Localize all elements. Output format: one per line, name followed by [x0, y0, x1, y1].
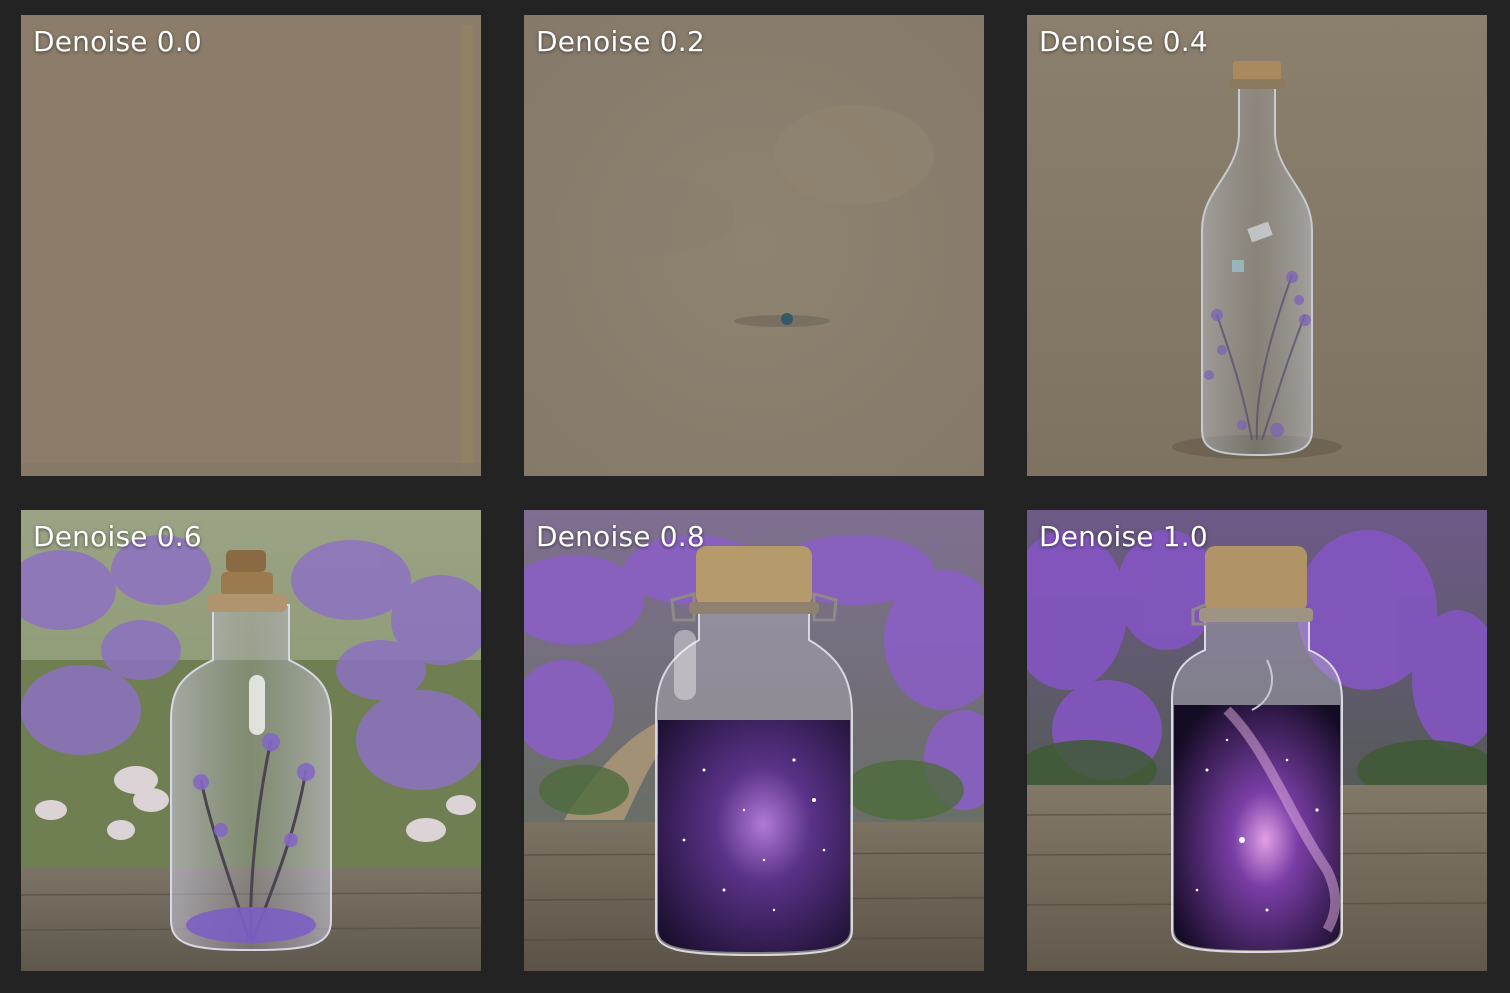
bottle-in-lavender-field-image	[21, 510, 481, 971]
flat-beige-image	[21, 15, 481, 476]
denoise-comparison-grid: Denoise 0.0 Denoise 0.2 Denoise 0.4 Deno…	[0, 0, 1510, 993]
galaxy-liquid	[658, 720, 850, 952]
bottle-on-beige-image	[1027, 15, 1487, 476]
panel-label: Denoise 0.6	[33, 520, 202, 553]
panel-label: Denoise 0.0	[33, 25, 202, 58]
panel-denoise-0-2: Denoise 0.2	[524, 15, 984, 476]
cork	[696, 546, 812, 606]
cork	[1205, 546, 1307, 612]
panel-denoise-0-8: Denoise 0.8	[524, 510, 984, 971]
galaxy-bottle-on-table-image	[1027, 510, 1487, 971]
cork	[226, 550, 266, 572]
tiny-blue-dot	[781, 313, 793, 325]
panel-denoise-0-4: Denoise 0.4	[1027, 15, 1487, 476]
panel-denoise-0-0: Denoise 0.0	[21, 15, 481, 476]
panel-denoise-0-6: Denoise 0.6	[21, 510, 481, 971]
panel-denoise-1-0: Denoise 1.0	[1027, 510, 1487, 971]
panel-label: Denoise 1.0	[1039, 520, 1208, 553]
panel-label: Denoise 0.8	[536, 520, 705, 553]
mostly-beige-image	[524, 15, 984, 476]
cork	[1233, 61, 1281, 81]
panel-label: Denoise 0.4	[1039, 25, 1208, 58]
galaxy-jar-in-field-image	[524, 510, 984, 971]
panel-label: Denoise 0.2	[536, 25, 705, 58]
